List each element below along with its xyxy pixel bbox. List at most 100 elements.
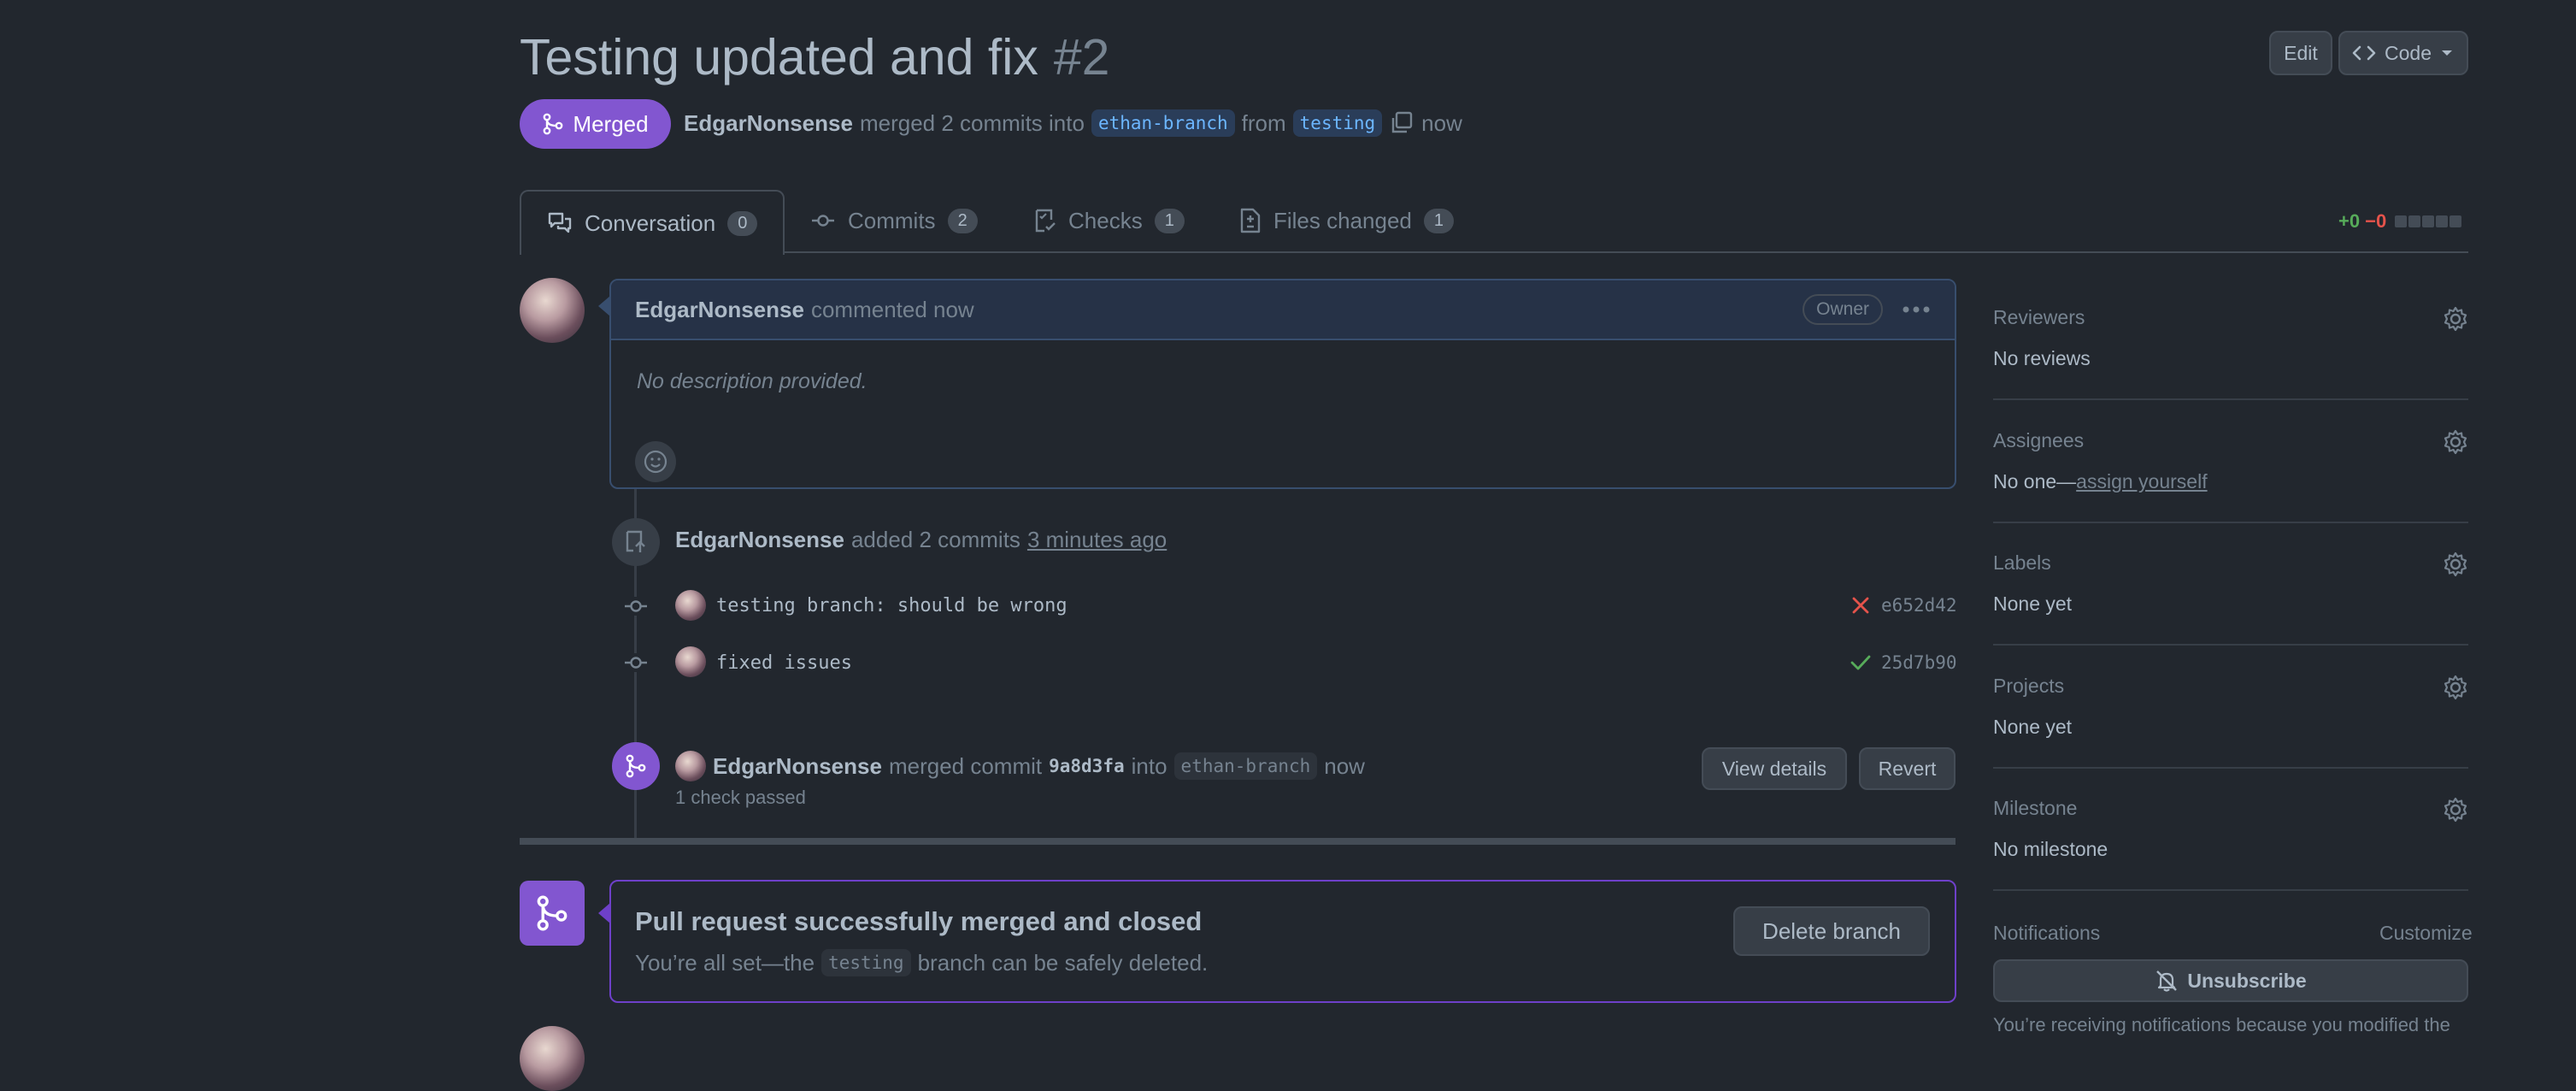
diffstat-block (2395, 215, 2408, 227)
gear-icon[interactable] (2443, 675, 2468, 700)
tab-files-changed[interactable]: Files changed 1 (1239, 190, 1455, 251)
comment-discussion-icon (547, 211, 573, 235)
copy-icon[interactable] (1389, 110, 1414, 136)
comment-pointer (598, 296, 610, 316)
projects-value: None yet (1993, 716, 2073, 738)
merge-event-action: merged commit (888, 752, 1043, 779)
delete-branch-button[interactable]: Delete branch (1733, 906, 1930, 956)
x-icon[interactable] (1851, 596, 1870, 615)
repo-push-icon (623, 529, 649, 555)
git-merge-icon (535, 894, 569, 932)
merged-state-label: Merged (573, 110, 649, 137)
push-event-author-link[interactable]: EdgarNonsense (675, 527, 844, 553)
labels-label: Labels (1993, 551, 2051, 574)
unsubscribe-button[interactable]: Unsubscribe (1993, 959, 2468, 1002)
revert-button[interactable]: Revert (1859, 747, 1956, 790)
notifications-reason: You’re receiving notifications because y… (1993, 1014, 2450, 1035)
assignees-label: Assignees (1993, 429, 2085, 451)
pr-title-text: Testing updated and fix (520, 29, 1038, 86)
tab-conversation-label: Conversation (585, 209, 716, 236)
state-action-text: merged 2 commits into (859, 109, 1085, 136)
gear-icon[interactable] (2443, 551, 2468, 577)
commit-sha-link[interactable]: e652d42 (1881, 595, 1957, 616)
pr-title: Testing updated and fix #2 (520, 26, 1109, 89)
tab-conversation[interactable]: Conversation 0 (520, 190, 785, 255)
merge-event-into: into (1131, 752, 1167, 779)
merged-status-badge (520, 881, 585, 946)
diffstat-block (2422, 215, 2435, 227)
diffstat-deletions: −0 (2365, 210, 2387, 232)
code-button-label: Code (2385, 41, 2432, 64)
projects-label: Projects (1993, 675, 2065, 697)
gear-icon[interactable] (2443, 429, 2468, 455)
view-details-button[interactable]: View details (1702, 747, 1847, 790)
check-icon[interactable] (1850, 653, 1872, 672)
push-event-time-link[interactable]: 3 minutes ago (1027, 527, 1167, 553)
tab-files-changed-label: Files changed (1273, 207, 1412, 233)
state-time: now (1421, 109, 1462, 136)
customize-notifications-link[interactable]: Customize (2379, 922, 2473, 945)
file-diff-icon (1239, 208, 1262, 233)
diffstat-additions: +0 (2338, 210, 2361, 232)
code-button[interactable]: Code (2338, 31, 2468, 75)
merge-box-title: Pull request successfully merged and clo… (635, 906, 1203, 936)
assignees-value: No one—assign yourself (1993, 470, 2208, 493)
revert-label: Revert (1878, 757, 1937, 780)
view-details-label: View details (1721, 757, 1827, 780)
commit-message-link[interactable]: testing branch: should be wrong (716, 595, 1067, 616)
comment-header: EdgarNonsense commented now Owner (611, 280, 1955, 340)
triangle-down-icon (2440, 49, 2454, 57)
avatar[interactable] (520, 278, 585, 343)
merge-target-branch-ref[interactable]: ethan-branch (1173, 752, 1318, 780)
commit-message-link[interactable]: fixed issues (716, 652, 852, 674)
checks-passed-link[interactable]: 1 check passed (675, 787, 806, 809)
comment-meta: commented now (810, 296, 974, 322)
avatar[interactable] (675, 646, 706, 677)
git-commit-icon (624, 597, 648, 616)
unsubscribe-label: Unsubscribe (2187, 969, 2307, 992)
head-branch-ref[interactable]: testing (1292, 109, 1383, 137)
tab-files-changed-count: 1 (1423, 208, 1455, 233)
smiley-icon (643, 449, 668, 475)
push-event-text: EdgarNonsense added 2 commits 3 minutes … (675, 527, 1167, 553)
state-author-link[interactable]: EdgarNonsense (684, 110, 853, 137)
tab-checks[interactable]: Checks 1 (1034, 190, 1185, 251)
push-event-action: added 2 commits (850, 527, 1020, 552)
merge-sub-suffix: branch can be safely deleted. (917, 949, 1209, 976)
sidebar-labels: Labels None yet (1993, 551, 2468, 646)
merge-event-author-link[interactable]: EdgarNonsense (713, 753, 882, 780)
avatar[interactable] (675, 751, 706, 781)
assign-yourself-link[interactable]: assign yourself (2076, 470, 2207, 492)
pr-state-summary: EdgarNonsense merged 2 commits into etha… (684, 109, 1462, 137)
merge-event-badge (612, 742, 660, 790)
gear-icon[interactable] (2443, 797, 2468, 823)
timeline-end-divider (520, 838, 1956, 845)
add-reaction-button[interactable] (635, 441, 676, 482)
gear-icon[interactable] (2443, 306, 2468, 332)
avatar[interactable] (675, 590, 706, 621)
commit-sha-link[interactable]: 25d7b90 (1881, 652, 1957, 673)
delete-branch-label: Delete branch (1762, 917, 1901, 944)
edit-button[interactable]: Edit (2269, 31, 2332, 75)
diffstat-block (2436, 215, 2449, 227)
tabs-divider (520, 251, 2468, 253)
merged-state-badge: Merged (520, 99, 671, 149)
merge-box-subtitle: You’re all set—the testing branch can be… (635, 949, 1208, 976)
assignees-none-text: No one— (1993, 470, 2077, 492)
state-from-text: from (1241, 109, 1286, 136)
merge-commit-sha-link[interactable]: 9a8d3fa (1049, 756, 1125, 776)
tab-checks-label: Checks (1068, 207, 1143, 233)
tab-commits-label: Commits (848, 207, 936, 233)
avatar (520, 1026, 585, 1091)
code-icon (2352, 44, 2376, 62)
edit-button-label: Edit (2284, 41, 2318, 64)
kebab-horizontal-icon[interactable] (1902, 305, 1931, 314)
tab-commits[interactable]: Commits 2 (810, 190, 978, 251)
base-branch-ref[interactable]: ethan-branch (1091, 109, 1235, 137)
deletable-branch-ref[interactable]: testing (821, 949, 911, 976)
comment-author-link[interactable]: EdgarNonsense (635, 297, 804, 323)
pr-description-comment: EdgarNonsense commented now Owner No des… (609, 279, 1956, 489)
labels-value: None yet (1993, 593, 2073, 615)
diffstat-block (2450, 215, 2462, 227)
tab-commits-count: 2 (947, 208, 978, 233)
